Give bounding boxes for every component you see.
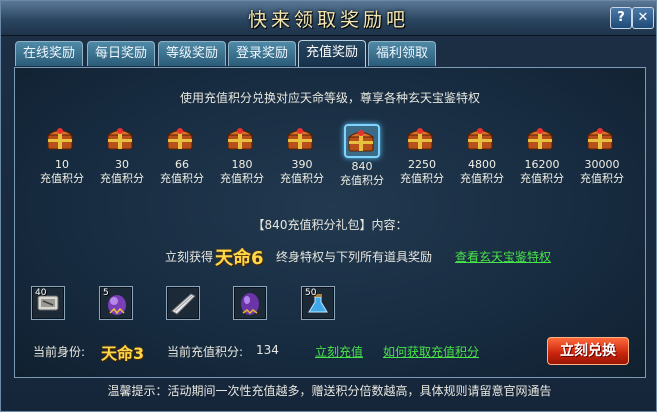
gift-chest-icon — [226, 128, 254, 150]
gift-chest-icon — [466, 128, 494, 150]
tier-unit: 充值积分 — [100, 172, 144, 185]
title-bar[interactable]: 快来领取奖励吧 ? ✕ — [1, 1, 656, 36]
tier-points: 4800 — [468, 158, 496, 171]
item-slot-scroll[interactable]: 40 — [31, 286, 65, 320]
gift-chest-icon — [166, 128, 194, 150]
gift-chest-icon — [106, 128, 134, 150]
tier-unit: 充值积分 — [580, 172, 624, 185]
window-title: 快来领取奖励吧 — [247, 9, 409, 31]
tier-points: 180 — [231, 158, 253, 171]
fate-level-badge: 天命6 — [215, 248, 264, 269]
tier-unit: 充值积分 — [520, 172, 564, 185]
tier-points: 16200 — [524, 158, 560, 171]
gift-chest[interactable] — [525, 124, 559, 156]
reward-tier-3[interactable]: 180 充值积分 — [211, 124, 273, 186]
tab-login-reward[interactable]: 登录奖励 — [228, 41, 296, 66]
recharge-panel: 使用充值积分兑换对应天命等级，尊享各种玄天宝鉴特权 10 充值积分 30 充值积分 66… — [14, 67, 646, 378]
reward-tier-5[interactable]: 840 充值积分 — [331, 124, 393, 188]
tier-points: 66 — [175, 158, 189, 171]
gift-chest[interactable] — [585, 124, 619, 156]
gift-chest[interactable] — [105, 124, 139, 156]
gift-chest-icon — [286, 128, 314, 150]
gift-chest[interactable] — [344, 124, 380, 158]
tier-unit: 充值积分 — [340, 174, 384, 187]
gift-chest-icon — [46, 128, 74, 150]
tier-unit: 充值积分 — [460, 172, 504, 185]
item-count: 50 — [305, 288, 317, 298]
tier-unit: 充值积分 — [40, 172, 84, 185]
recharge-now-link[interactable]: 立刻充值 — [315, 343, 363, 360]
tier-points: 30000 — [584, 158, 620, 171]
intro-text: 使用充值积分兑换对应天命等级，尊享各种玄天宝鉴特权 — [179, 91, 480, 105]
tier-unit: 充值积分 — [400, 172, 444, 185]
tab-welfare[interactable]: 福利领取 — [368, 41, 436, 66]
points-value: 134 — [256, 343, 279, 357]
reward-tier-7[interactable]: 4800 充值积分 — [451, 124, 513, 186]
reward-tier-2[interactable]: 66 充值积分 — [151, 124, 213, 186]
reward-tier-1[interactable]: 30 充值积分 — [91, 124, 153, 186]
reward-window: 快来领取奖励吧 ? ✕ 在线奖励 每日奖励 等级奖励 登录奖励 充值奖励 福利领… — [0, 0, 657, 412]
how-to-get-points-link[interactable]: 如何获取充值积分 — [383, 343, 479, 360]
gift-chest-icon — [347, 130, 375, 152]
current-fate-badge: 天命3 — [101, 344, 145, 363]
tab-daily-reward[interactable]: 每日奖励 — [87, 41, 155, 66]
reward-tier-4[interactable]: 390 充值积分 — [271, 124, 333, 186]
gift-chest[interactable] — [165, 124, 199, 156]
tier-points: 30 — [115, 158, 129, 171]
points-label: 当前充值积分: — [167, 345, 244, 359]
item-slot-purple-egg[interactable] — [233, 286, 267, 320]
item-slot-purple-orb[interactable]: 5 — [99, 286, 133, 320]
item-slot-blue-potion[interactable]: 50 — [301, 286, 335, 320]
tier-unit: 充值积分 — [160, 172, 204, 185]
package-title: 【840充值积分礼包】内容： — [252, 218, 408, 232]
gift-chest[interactable] — [405, 124, 439, 156]
tab-online-reward[interactable]: 在线奖励 — [15, 41, 83, 66]
blade-item-icon — [171, 293, 196, 315]
purple-egg-icon — [241, 293, 259, 315]
identity-label: 当前身份: — [33, 345, 86, 359]
gift-chest[interactable] — [465, 124, 499, 156]
view-privilege-link[interactable]: 查看玄天宝鉴特权 — [455, 248, 551, 265]
reward-tier-8[interactable]: 16200 充值积分 — [511, 124, 573, 186]
item-count: 40 — [35, 288, 47, 298]
reward-tier-9[interactable]: 30000 充值积分 — [571, 124, 633, 186]
gift-chest-icon — [586, 128, 614, 150]
redeem-now-button[interactable]: 立刻兑换 — [547, 337, 629, 365]
gift-chest-icon — [406, 128, 434, 150]
tier-unit: 充值积分 — [220, 172, 264, 185]
gift-chest[interactable] — [285, 124, 319, 156]
tier-unit: 充值积分 — [280, 172, 324, 185]
tier-points: 2250 — [408, 158, 436, 171]
gift-chest[interactable] — [45, 124, 79, 156]
tier-points: 840 — [351, 160, 373, 173]
close-button[interactable]: ✕ — [632, 7, 654, 29]
tip-text: 温馨提示：活动期间一次性充值越多，赠送积分倍数越高，具体规则请留意官网通告 — [107, 384, 552, 398]
tab-recharge-reward[interactable]: 充值奖励 — [298, 40, 366, 67]
reward-tier-6[interactable]: 2250 充值积分 — [391, 124, 453, 186]
tab-level-reward[interactable]: 等级奖励 — [158, 41, 226, 66]
gift-chest[interactable] — [225, 124, 259, 156]
help-button[interactable]: ? — [610, 7, 632, 29]
gift-chest-icon — [526, 128, 554, 150]
tier-points: 10 — [55, 158, 69, 171]
tier-points: 390 — [291, 158, 313, 171]
grant-suffix: 终身特权与下列所有道具奖励 — [276, 250, 433, 264]
item-count: 5 — [103, 288, 109, 298]
grant-prefix: 立刻获得 — [165, 250, 214, 264]
item-slot-blade[interactable] — [166, 286, 200, 320]
reward-tier-0[interactable]: 10 充值积分 — [31, 124, 93, 186]
